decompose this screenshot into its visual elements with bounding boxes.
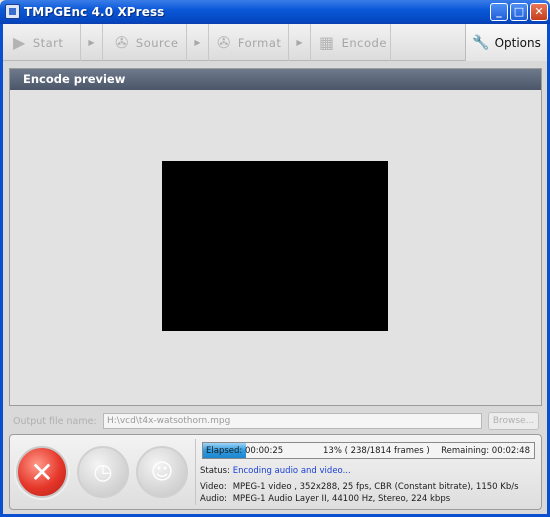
encode-preview-panel: Encode preview [9, 68, 542, 406]
status-label: Status: [200, 466, 230, 476]
play-icon: ▶ [13, 33, 26, 52]
audio-value: MPEG-1 Audio Layer II, 44100 Hz, Stereo,… [232, 494, 451, 504]
encode-progress-bar: Elapsed: 00:00:25 13% ( 238/1814 frames … [202, 442, 535, 459]
close-button[interactable]: ✕ [530, 3, 548, 21]
chevron-right-icon: ▶ [187, 24, 209, 61]
minimize-button[interactable]: _ [490, 3, 508, 21]
film-reel-icon: ✇ [217, 33, 231, 52]
progress-percent-text: 13% ( 238/1814 frames ) [323, 446, 430, 456]
step-encode-label: Encode [341, 35, 387, 50]
encode-control-panel: ✕ ◷ ☺ Elapsed: 00:00:25 13% ( 238/1814 f… [9, 434, 542, 510]
clock-icon: ◷ [93, 460, 113, 485]
status-row: Status: Encoding audio and video... [200, 466, 351, 476]
chevron-right-icon: ▶ [289, 24, 311, 61]
video-preview [162, 161, 388, 331]
options-button[interactable]: 🔧 Options [465, 24, 547, 61]
browse-button[interactable]: Browse... [488, 412, 539, 430]
shutdown-button[interactable]: ☺ [136, 446, 188, 498]
step-start-button[interactable]: ▶ Start [3, 24, 81, 61]
output-file-label: Output file name: [13, 416, 97, 427]
audio-label: Audio: [200, 494, 228, 504]
wrench-icon: 🔧 [472, 34, 490, 51]
step-source-button[interactable]: ✇ Source [103, 24, 187, 61]
step-source-label: Source [135, 35, 179, 50]
video-label: Video: [200, 482, 227, 492]
step-encode-button[interactable]: ▦ Encode [311, 24, 391, 61]
status-value: Encoding audio and video... [232, 466, 351, 476]
chevron-right-icon: ▶ [81, 24, 103, 61]
output-file-field[interactable]: H:\vcd\t4x-watsothorn.mpg [103, 413, 482, 429]
elapsed-text: Elapsed: 00:00:25 [206, 446, 284, 456]
app-icon[interactable] [5, 4, 20, 19]
audio-row: Audio: MPEG-1 Audio Layer II, 44100 Hz, … [200, 494, 450, 504]
video-row: Video: MPEG-1 video , 352x288, 25 fps, C… [200, 482, 519, 492]
preview-title: Encode preview [10, 69, 541, 90]
film-strip-icon: ▦ [319, 33, 335, 52]
window-title: TMPGEnc 4.0 XPress [24, 5, 165, 19]
title-bar: TMPGEnc 4.0 XPress _ □ ✕ [0, 0, 550, 24]
user-icon: ☺ [150, 460, 174, 485]
options-label: Options [494, 35, 541, 50]
cancel-encode-button[interactable]: ✕ [16, 446, 68, 498]
wizard-toolbar: ▶ Start ▶ ✇ Source ▶ ✇ Format ▶ ▦ Encode… [3, 24, 547, 61]
schedule-button[interactable]: ◷ [77, 446, 129, 498]
divider [195, 439, 196, 505]
video-value: MPEG-1 video , 352x288, 25 fps, CBR (Con… [232, 482, 519, 492]
maximize-button[interactable]: □ [510, 3, 528, 21]
close-icon: ✕ [30, 456, 54, 489]
step-format-button[interactable]: ✇ Format [209, 24, 289, 61]
step-format-label: Format [237, 35, 282, 50]
film-reel-icon: ✇ [115, 33, 129, 52]
remaining-text: Remaining: 00:02:48 [441, 446, 530, 456]
step-start-label: Start [32, 35, 64, 50]
